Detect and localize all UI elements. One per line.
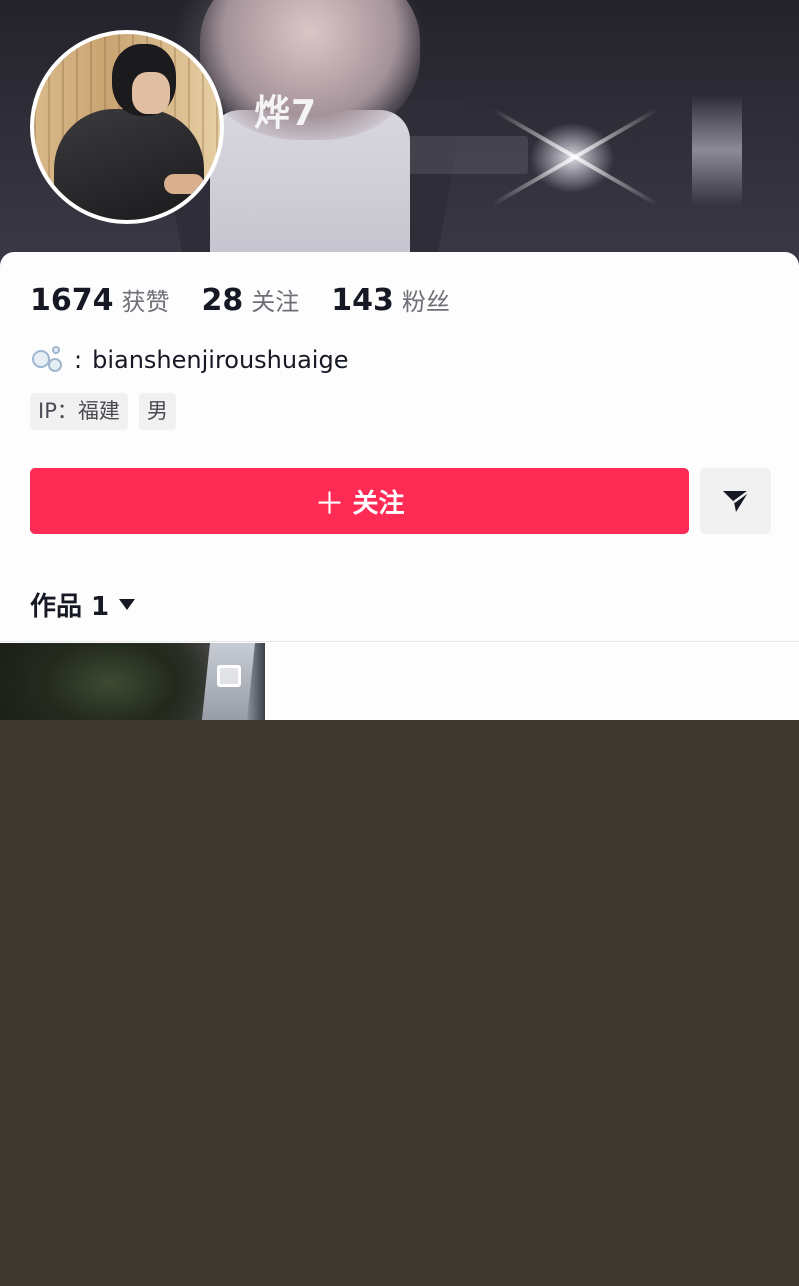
divider	[0, 641, 799, 642]
stat-likes[interactable]: 1674 获赞	[30, 282, 170, 318]
follow-button[interactable]: ＋ 关注	[30, 468, 689, 534]
send-icon	[722, 489, 750, 512]
stat-following-label: 关注	[251, 288, 300, 316]
profile-stats: 1674 获赞 28 关注 143 粉丝	[30, 282, 482, 318]
profile-screen: 烨7 1674 获赞 28 关注 143 粉丝: bianshenjirous…	[0, 0, 799, 720]
follow-button-label: 关注	[352, 488, 405, 519]
profile-banner: 烨7	[0, 0, 799, 270]
caret-down-icon	[119, 599, 136, 610]
video-thumbnail[interactable]	[0, 643, 265, 720]
share-button[interactable]	[700, 468, 771, 534]
bio-separator: :	[74, 346, 83, 374]
stat-following-value: 28	[201, 283, 244, 318]
stat-likes-label: 获赞	[121, 288, 170, 316]
avatar[interactable]	[30, 30, 224, 224]
profile-bio: : bianshenjiroushuaige	[30, 344, 348, 376]
stat-followers-value: 143	[331, 283, 394, 318]
tab-works-label: 作品 1	[30, 592, 110, 622]
background-fill	[0, 720, 799, 1286]
bubbles-icon	[30, 344, 66, 376]
tag-ip-location: IP：福建	[30, 393, 128, 430]
stat-likes-value: 1674	[30, 283, 114, 318]
pinned-icon	[217, 665, 241, 687]
profile-card: 1674 获赞 28 关注 143 粉丝 : bianshenjiroushua…	[0, 252, 799, 720]
blurred-signature	[240, 136, 528, 174]
tab-works[interactable]: 作品 1	[30, 586, 136, 623]
profile-tags: IP：福建 男	[30, 393, 187, 430]
plus-icon: ＋	[314, 487, 345, 522]
stat-following[interactable]: 28 关注	[202, 282, 300, 318]
tag-gender: 男	[138, 393, 176, 430]
stat-followers[interactable]: 143 粉丝	[331, 282, 450, 318]
bio-text: bianshenjiroushuaige	[92, 346, 349, 374]
stat-followers-label: 粉丝	[401, 288, 450, 316]
profile-nickname: 烨7	[254, 93, 318, 134]
